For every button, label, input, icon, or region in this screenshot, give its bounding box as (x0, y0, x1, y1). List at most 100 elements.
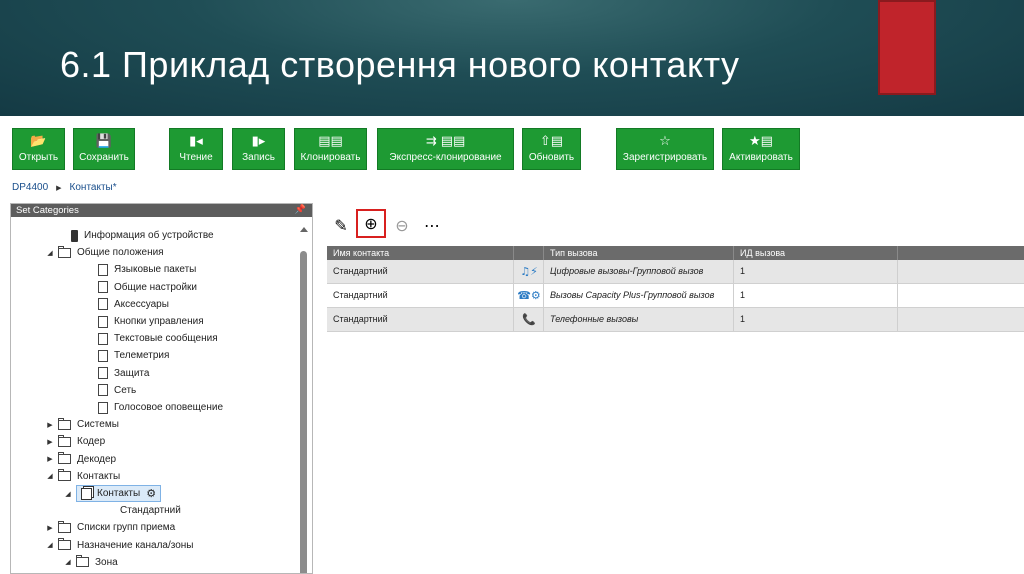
tree-item-label: Декодер (77, 453, 117, 465)
scroll-thumb[interactable] (300, 251, 307, 573)
tree-item[interactable]: ◢ Контакты (45, 468, 120, 485)
remove-icon[interactable]: ⊖ (391, 213, 413, 237)
save-button[interactable]: 💾 Сохранить (73, 128, 135, 170)
tree-item[interactable]: ▶ Списки групп приема (45, 519, 175, 536)
add-contact-icon[interactable]: ⊕ (356, 209, 386, 238)
tree-item[interactable]: ▶ Кодер (45, 433, 105, 450)
empty-cell (898, 308, 1024, 331)
scroll-up-icon[interactable] (300, 227, 308, 232)
tree-scrollbar[interactable] (298, 221, 309, 573)
edit-icon[interactable]: ✎ (330, 213, 352, 237)
express-clone-button[interactable]: ⇉ ▤▤ Экспресс-клонирование (377, 128, 514, 170)
radio-device-icon (71, 229, 78, 242)
collapse-arrow-icon[interactable]: ◢ (45, 541, 55, 549)
tree-item[interactable]: Информация об устройстве (58, 227, 214, 244)
tree-item-label: Кодер (77, 436, 106, 448)
read-button-label: Чтение (179, 151, 213, 163)
page-icon (98, 263, 108, 276)
tree-item-label: Общие положения (77, 247, 164, 259)
call-type-cell[interactable]: Вызовы Capacity Plus-Групповой вызов (544, 284, 734, 307)
tree-item[interactable]: Текстовые сообщения (85, 330, 218, 347)
tree-item-label: Информация об устройстве (84, 230, 214, 241)
tree-item[interactable]: Языковые пакеты (85, 261, 196, 278)
update-button[interactable]: ⇧▤ Обновить (522, 128, 581, 170)
table-row[interactable]: Стандартний 📞 Телефонные вызовы 1 (327, 308, 1024, 332)
activate-icon: ★▤ (749, 133, 773, 149)
tree-item[interactable]: ◢ Общие положения (45, 244, 164, 261)
tree-item-label: Общие настройки (114, 281, 197, 293)
contact-name-cell[interactable]: Стандартний (327, 260, 514, 283)
empty-cell (898, 284, 1024, 307)
expand-arrow-icon[interactable]: ▶ (45, 524, 55, 532)
update-icon: ⇧▤ (539, 133, 564, 149)
icon-cell (514, 308, 544, 331)
read-button[interactable]: ▮◂ Чтение (169, 128, 223, 170)
contact-name-cell[interactable]: Стандартний (327, 308, 514, 331)
tree-item[interactable]: Телеметрия (85, 347, 169, 364)
collapse-arrow-icon[interactable]: ◢ (63, 490, 73, 498)
tree-item-label: Зона (95, 556, 118, 568)
tree-item-label: Защита (114, 367, 150, 379)
panel-header: Set Categories 📌 (11, 204, 312, 217)
tree-item[interactable]: ◢ Зона (63, 554, 118, 571)
gear-icon[interactable]: ⚙ (146, 487, 156, 500)
icon-cell (514, 260, 544, 283)
column-header-call-id[interactable]: ИД вызова (734, 246, 898, 260)
tree-item[interactable]: Аксессуары (85, 296, 169, 313)
register-button[interactable]: ☆ Зарегистрировать (616, 128, 714, 170)
expand-arrow-icon[interactable]: ▶ (45, 455, 55, 463)
set-categories-panel: Set Categories 📌 Информация об устройств… (10, 203, 313, 574)
grid-header: Имя контакта Тип вызова ИД вызова (327, 246, 1024, 260)
selected-tree-item[interactable]: Контакты ⚙ (76, 485, 162, 502)
column-header-icon[interactable] (514, 246, 544, 260)
folder-icon (58, 469, 71, 482)
column-header-name[interactable]: Имя контакта (327, 246, 514, 260)
column-header-call-type[interactable]: Тип вызова (544, 246, 734, 260)
tree-item[interactable]: Голосовое оповещение (85, 399, 223, 416)
page-icon (98, 298, 108, 311)
tree-item[interactable]: Кнопки управления (85, 313, 204, 330)
collapse-arrow-icon[interactable]: ◢ (45, 472, 55, 480)
clone-button[interactable]: ▤▤ Клонировать (294, 128, 367, 170)
breadcrumb-device[interactable]: DP4400 (12, 182, 48, 193)
write-button[interactable]: ▮▸ Запись (232, 128, 285, 170)
breadcrumb-current[interactable]: Контакты* (70, 182, 117, 193)
page-icon (98, 401, 108, 414)
folder-icon (58, 434, 71, 447)
call-type-cell[interactable]: Телефонные вызовы (544, 308, 734, 331)
update-button-label: Обновить (528, 151, 575, 163)
open-button[interactable]: 📂 Открыть (12, 128, 65, 170)
call-id-cell[interactable]: 1 (734, 308, 898, 331)
call-id-cell[interactable]: 1 (734, 284, 898, 307)
slide-title: 6.1 Приклад створення нового контакту (60, 44, 740, 85)
tree-item[interactable]: Стандартний (107, 502, 181, 519)
empty-cell (898, 260, 1024, 283)
call-type-cell[interactable]: Цифровые вызовы-Групповой вызов (544, 260, 734, 283)
pin-icon[interactable]: 📌 (295, 204, 306, 217)
collapse-arrow-icon[interactable]: ◢ (45, 249, 55, 257)
folder-icon: 📂 (30, 133, 47, 149)
folder-icon (58, 538, 71, 551)
table-row[interactable]: Стандартний ♫⚡ Цифровые вызовы-Групповой в… (327, 260, 1024, 284)
tree-item-label: Кнопки управления (114, 316, 204, 327)
tree-item[interactable]: Сеть (85, 382, 136, 399)
more-options-icon[interactable]: ⋯ (421, 213, 443, 237)
contact-name-cell[interactable]: Стандартний (327, 284, 514, 307)
tree-item[interactable]: ▶ Системы (45, 416, 119, 433)
page-icon (98, 349, 108, 362)
expand-arrow-icon[interactable]: ▶ (45, 421, 55, 429)
tree-item[interactable]: Общие настройки (85, 279, 197, 296)
call-id-cell[interactable]: 1 (734, 260, 898, 283)
activate-button[interactable]: ★▤ Активировать (722, 128, 800, 170)
read-radio-icon: ▮◂ (189, 133, 203, 149)
breadcrumb-separator-icon: ▶ (56, 184, 62, 192)
tree-item-label: Стандартний (120, 505, 181, 517)
expand-arrow-icon[interactable]: ▶ (45, 438, 55, 446)
tree-item[interactable]: ▶ Декодер (45, 451, 116, 468)
collapse-arrow-icon[interactable]: ◢ (63, 558, 73, 566)
tree-item[interactable]: Защита (85, 365, 149, 382)
tree-item-label: Контакты (77, 470, 121, 482)
table-row[interactable]: Стандартний ☎⚙ Вызовы Capacity Plus-Группо… (327, 284, 1024, 308)
tree-item[interactable]: ◢ Назначение канала/зоны (45, 537, 194, 554)
tree-item[interactable]: ◢ Контакты ⚙ (63, 485, 162, 502)
